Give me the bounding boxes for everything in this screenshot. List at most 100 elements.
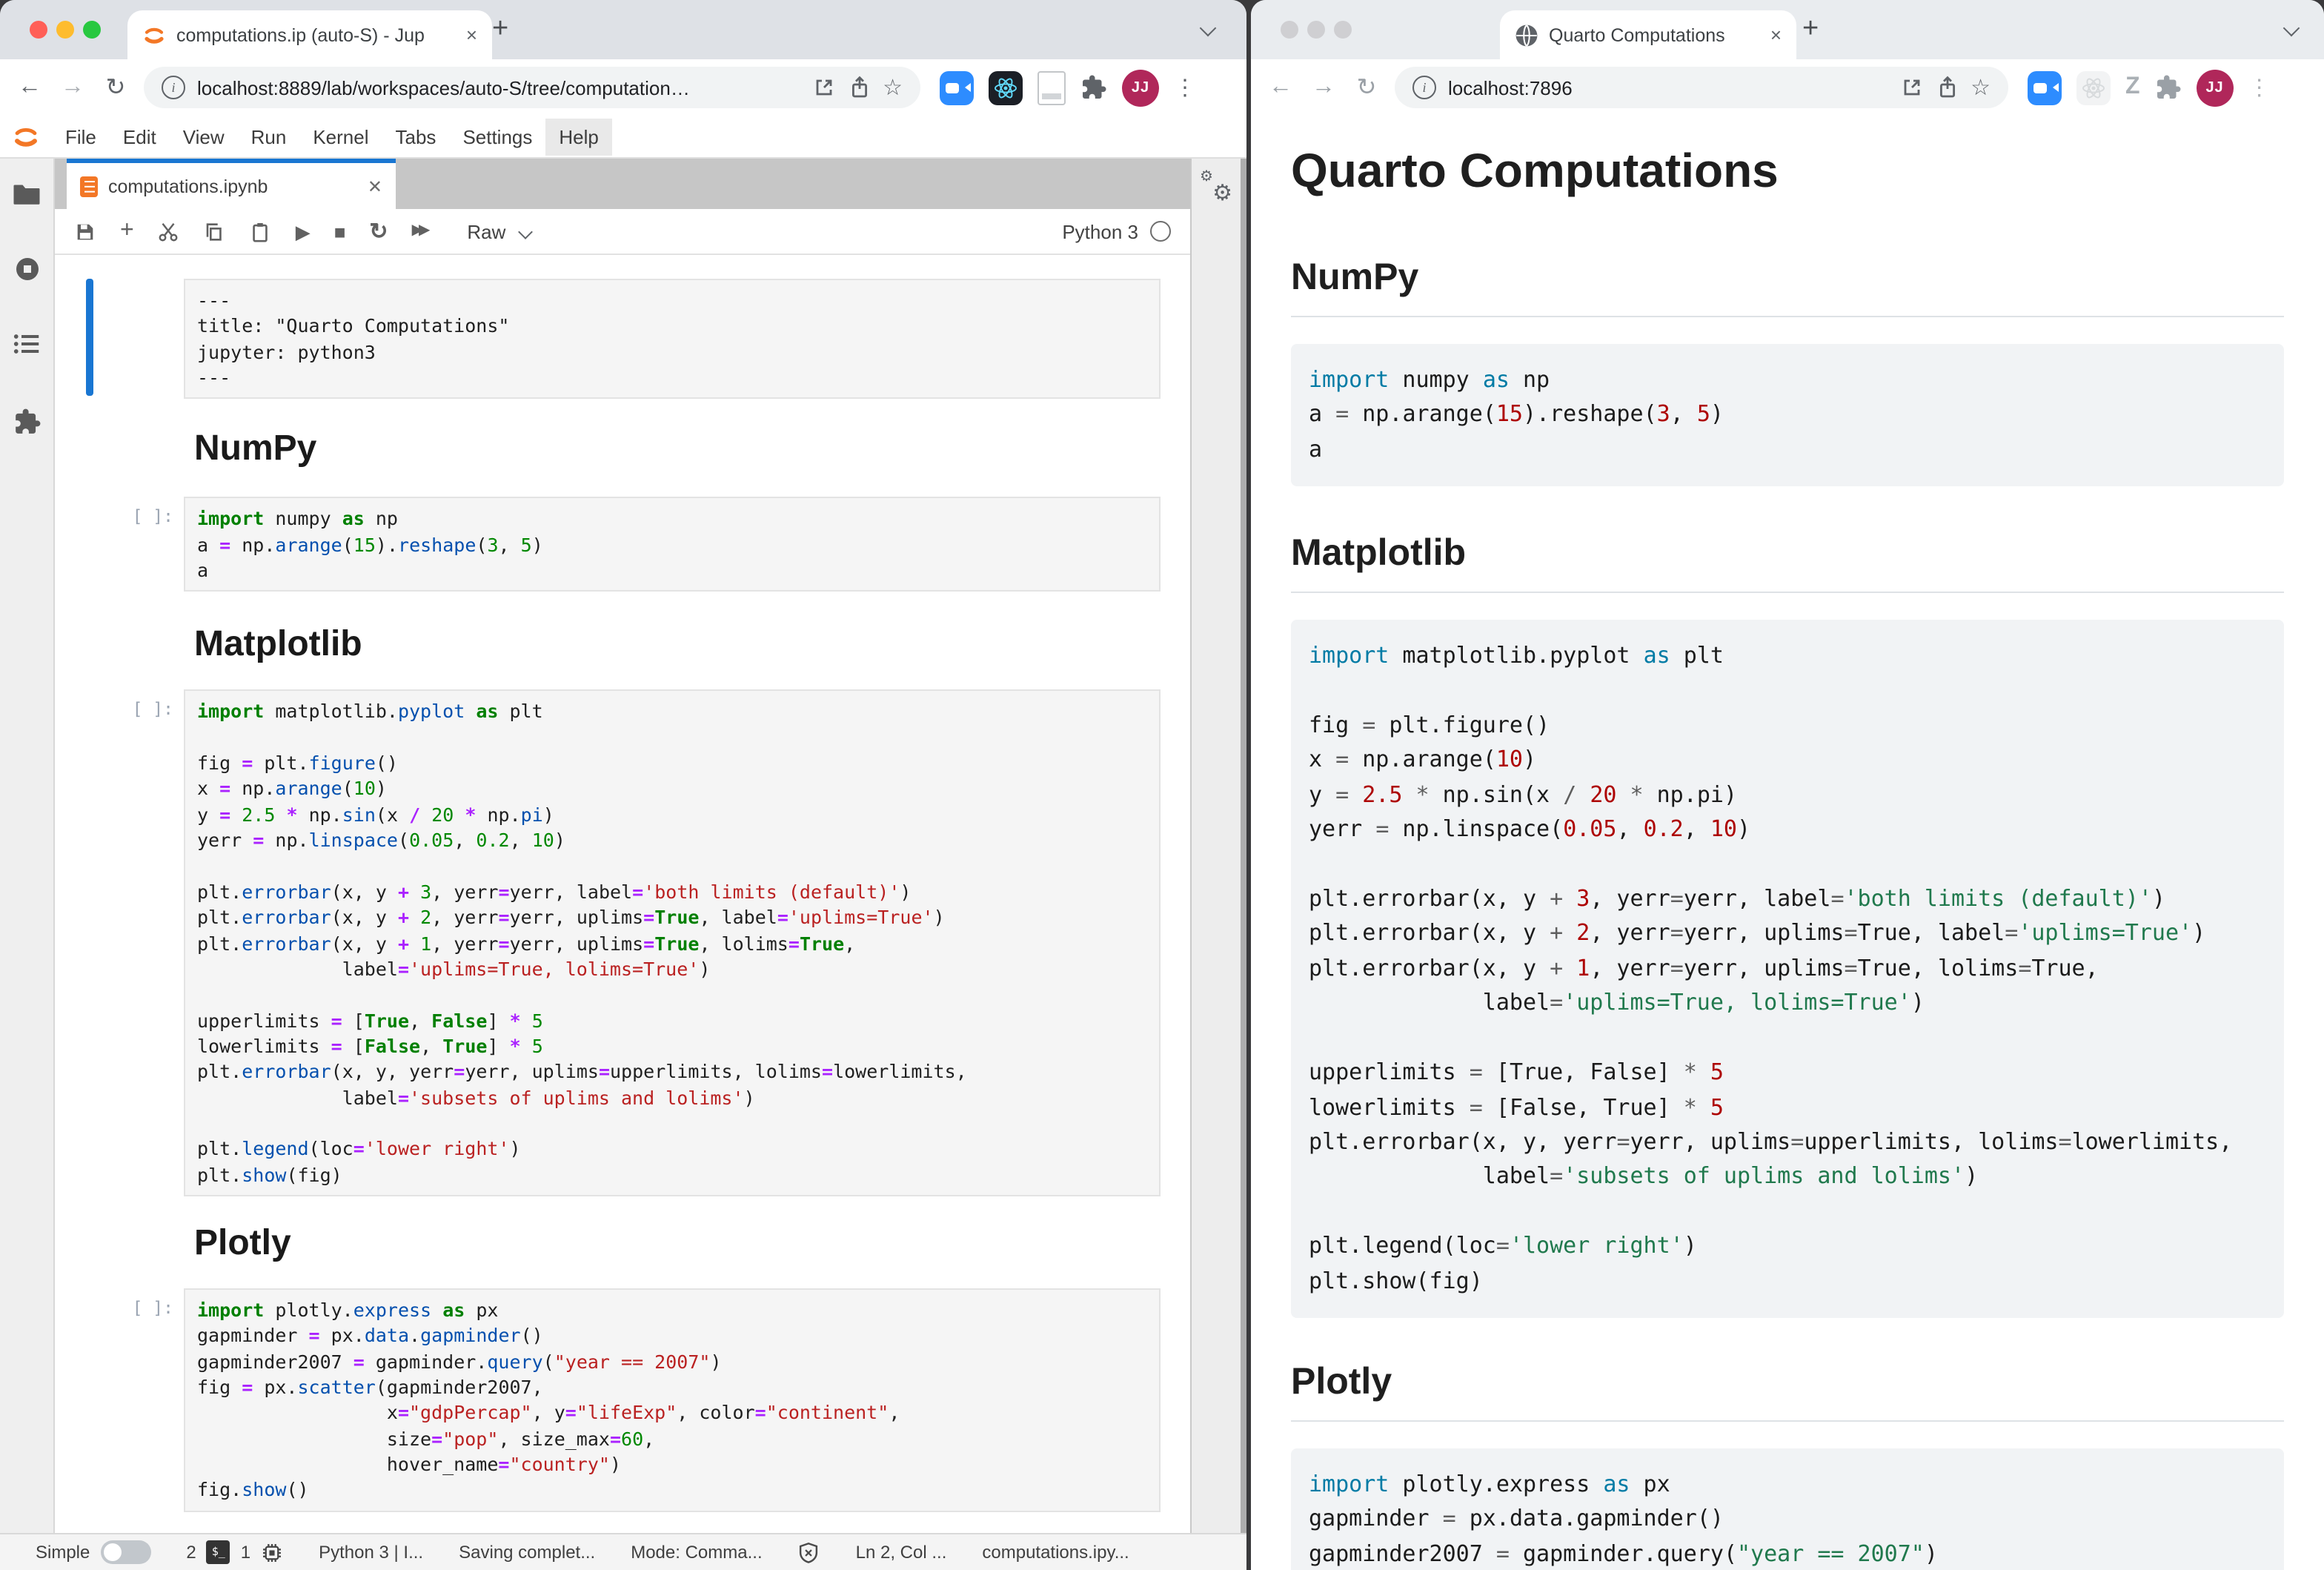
notebook-tab-close-icon[interactable]: ✕ bbox=[368, 176, 382, 196]
kernel-name[interactable]: Python 3 bbox=[1062, 220, 1138, 242]
tab-close-icon[interactable]: × bbox=[466, 25, 477, 44]
browser-menu-icon[interactable]: ⋮ bbox=[2248, 74, 2271, 101]
running-sessions-icon[interactable] bbox=[16, 258, 38, 280]
traffic-zoom-button[interactable] bbox=[83, 21, 101, 39]
react-devtools-icon[interactable] bbox=[989, 70, 1023, 105]
url-text[interactable]: localhost:8889/lab/workspaces/auto-S/tre… bbox=[197, 76, 800, 99]
restart-run-all-button[interactable]: ▶▶ bbox=[412, 224, 426, 239]
open-in-new-icon[interactable] bbox=[1899, 76, 1923, 99]
code-editor-plotly[interactable]: import plotly.express as pxgapminder = p… bbox=[184, 1288, 1161, 1512]
kernel-status-icon[interactable] bbox=[1150, 221, 1171, 242]
interrupt-kernel-button[interactable]: ■ bbox=[334, 222, 346, 241]
menu-view[interactable]: View bbox=[170, 118, 238, 155]
copy-cells-button[interactable] bbox=[204, 220, 226, 242]
cell-type-value: Raw bbox=[467, 220, 505, 242]
tab-title: Quarto Computations bbox=[1549, 24, 1760, 45]
back-button[interactable]: ← bbox=[15, 74, 44, 101]
extensions-puzzle-icon[interactable] bbox=[1080, 74, 1107, 101]
terminal-icon: $_ bbox=[207, 1540, 230, 1564]
raw-cell-editor[interactable]: ---title: "Quarto Computations"jupyter: … bbox=[184, 279, 1161, 400]
right-tabstrip: Quarto Computations × + bbox=[1251, 0, 2324, 59]
share-icon[interactable] bbox=[847, 76, 871, 99]
site-info-icon[interactable]: i bbox=[162, 76, 185, 99]
extensions-puzzle-icon[interactable] bbox=[2155, 74, 2182, 101]
restart-kernel-button[interactable]: ↻ bbox=[369, 220, 388, 242]
traffic-close-button[interactable] bbox=[1281, 21, 1298, 39]
left-tabstrip: computations.ip (auto-S) - Jup × + bbox=[0, 0, 1246, 59]
save-button[interactable] bbox=[74, 220, 96, 242]
menu-kernel[interactable]: Kernel bbox=[299, 118, 382, 155]
table-of-contents-icon[interactable] bbox=[12, 329, 42, 359]
zoom-extension-icon[interactable] bbox=[2028, 70, 2062, 105]
cell-selection-bar[interactable] bbox=[86, 279, 93, 397]
bookmark-star-icon[interactable]: ☆ bbox=[883, 74, 903, 101]
markdown-heading-matplotlib[interactable]: Matplotlib bbox=[194, 625, 1190, 666]
traffic-close-button[interactable] bbox=[30, 21, 47, 39]
notebook-tab[interactable]: computations.ipynb ✕ bbox=[67, 159, 396, 209]
cut-cells-button[interactable] bbox=[158, 220, 180, 242]
code-cell-matplotlib[interactable]: [ ]: import matplotlib.pyplot as plt fig… bbox=[55, 690, 1190, 1196]
left-browser-toolbar: ← → ↻ i localhost:8889/lab/workspaces/au… bbox=[0, 59, 1246, 117]
file-browser-icon[interactable] bbox=[12, 179, 42, 209]
menu-edit[interactable]: Edit bbox=[110, 118, 170, 155]
url-text[interactable]: localhost:7896 bbox=[1448, 76, 1888, 99]
code-block-numpy[interactable]: import numpy as npa = np.arange(15).resh… bbox=[1291, 344, 2284, 486]
traffic-minimize-button[interactable] bbox=[56, 21, 74, 39]
menu-settings[interactable]: Settings bbox=[449, 118, 545, 155]
browser-menu-icon[interactable]: ⋮ bbox=[1174, 74, 1196, 101]
property-inspector-icon[interactable]: ⚙⚙ bbox=[1200, 173, 1232, 206]
traffic-zoom-button[interactable] bbox=[1334, 21, 1352, 39]
forward-button[interactable]: → bbox=[58, 74, 87, 101]
right-browser-toolbar: ← → ↻ i localhost:7896 ☆ bbox=[1251, 59, 2324, 117]
extension-manager-icon[interactable] bbox=[13, 408, 41, 436]
reload-button[interactable]: ↻ bbox=[101, 73, 130, 102]
zoom-extension-icon[interactable] bbox=[940, 70, 974, 105]
traffic-minimize-button[interactable] bbox=[1307, 21, 1325, 39]
share-icon[interactable] bbox=[1935, 76, 1959, 99]
back-button[interactable]: ← bbox=[1266, 74, 1295, 101]
simple-mode-toggle[interactable] bbox=[100, 1540, 150, 1564]
site-info-icon[interactable]: i bbox=[1412, 76, 1436, 99]
notebook-tabbar: computations.ipynb ✕ bbox=[55, 159, 1190, 209]
cell-type-select[interactable]: Raw bbox=[467, 220, 531, 242]
zotero-extension-icon[interactable]: Z bbox=[2125, 74, 2140, 101]
address-bar[interactable]: i localhost:7896 ☆ bbox=[1395, 67, 2008, 108]
menu-tabs[interactable]: Tabs bbox=[382, 118, 450, 155]
kernel-status-text[interactable]: Python 3 | I... bbox=[319, 1542, 423, 1563]
add-cell-button[interactable]: + bbox=[120, 219, 134, 243]
open-in-new-icon[interactable] bbox=[811, 76, 835, 99]
paste-cells-button[interactable] bbox=[250, 220, 272, 242]
menu-run[interactable]: Run bbox=[238, 118, 300, 155]
markdown-heading-plotly[interactable]: Plotly bbox=[194, 1223, 1190, 1265]
code-editor-matplotlib[interactable]: import matplotlib.pyplot as plt fig = pl… bbox=[184, 690, 1161, 1196]
code-block-plotly[interactable]: import plotly.express as pxgapminder = p… bbox=[1291, 1448, 2284, 1570]
bookmark-star-icon[interactable]: ☆ bbox=[1971, 74, 1991, 101]
jupyterlab-menubar: File Edit View Run Kernel Tabs Settings … bbox=[0, 116, 1246, 159]
code-cell-plotly[interactable]: [ ]: import plotly.express as pxgapminde… bbox=[55, 1288, 1190, 1512]
trust-shield-icon bbox=[798, 1541, 820, 1563]
browser-tab-quarto[interactable]: Quarto Computations × bbox=[1500, 10, 1796, 59]
menu-file[interactable]: File bbox=[52, 118, 110, 155]
markdown-heading-numpy[interactable]: NumPy bbox=[194, 429, 1190, 471]
menu-help[interactable]: Help bbox=[545, 118, 612, 155]
code-block-matplotlib[interactable]: import matplotlib.pyplot as plt fig = pl… bbox=[1291, 620, 2284, 1317]
new-tab-button[interactable]: + bbox=[1802, 13, 1819, 46]
reload-button[interactable]: ↻ bbox=[1352, 73, 1381, 102]
tab-search-chevron-icon[interactable] bbox=[1200, 20, 1217, 37]
cursor-position[interactable]: Ln 2, Col ... bbox=[856, 1542, 947, 1563]
react-devtools-icon[interactable] bbox=[2076, 70, 2111, 105]
run-cell-button[interactable]: ▶ bbox=[296, 222, 311, 241]
new-tab-button[interactable]: + bbox=[492, 13, 508, 46]
forward-button[interactable]: → bbox=[1309, 74, 1338, 101]
address-bar[interactable]: i localhost:8889/lab/workspaces/auto-S/t… bbox=[144, 67, 920, 108]
browser-profile-avatar[interactable]: JJ bbox=[1122, 69, 1159, 106]
browser-profile-avatar[interactable]: JJ bbox=[2197, 69, 2234, 106]
notes-extension-icon[interactable] bbox=[1038, 70, 1066, 105]
command-mode-status[interactable]: Mode: Comma... bbox=[631, 1542, 762, 1563]
tab-close-icon[interactable]: × bbox=[1770, 25, 1782, 44]
raw-cell[interactable]: ---title: "Quarto Computations"jupyter: … bbox=[55, 279, 1190, 400]
tab-search-chevron-icon[interactable] bbox=[2283, 20, 2300, 37]
code-cell-numpy[interactable]: [ ]: import numpy as npa = np.arange(15)… bbox=[55, 497, 1190, 592]
browser-tab-jupyterlab[interactable]: computations.ip (auto-S) - Jup × bbox=[127, 10, 492, 59]
code-editor-numpy[interactable]: import numpy as npa = np.arange(15).resh… bbox=[184, 497, 1161, 592]
